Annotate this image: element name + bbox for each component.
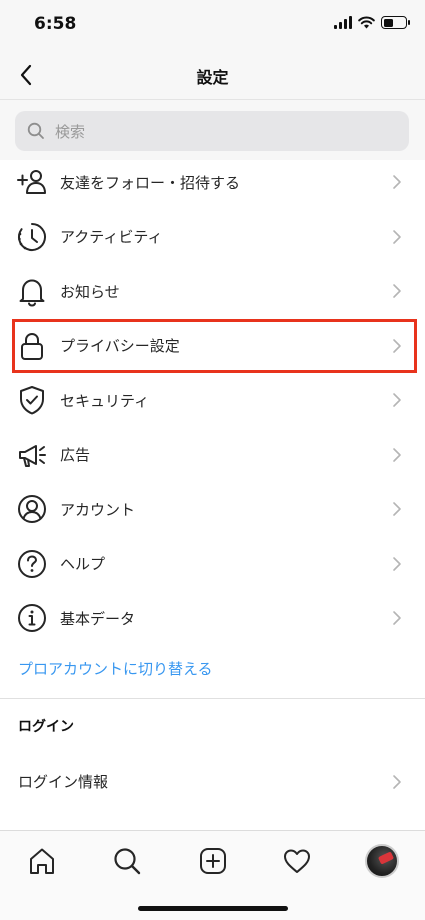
nav-header: 設定 bbox=[0, 50, 425, 100]
login-section-header: ログイン bbox=[18, 719, 74, 735]
menu-item-security[interactable]: セキュリティ bbox=[0, 373, 425, 428]
chevron-right-icon bbox=[393, 284, 401, 299]
tab-create[interactable] bbox=[193, 841, 233, 881]
menu-item-label: お知らせ bbox=[60, 282, 120, 301]
status-icons bbox=[334, 16, 410, 29]
menu-item-notifications[interactable]: お知らせ bbox=[0, 264, 425, 319]
megaphone-icon bbox=[16, 439, 48, 471]
switch-pro-account-link[interactable]: プロアカウントに切り替える bbox=[18, 658, 213, 679]
wifi-icon bbox=[358, 16, 375, 29]
menu-item-follow-invite[interactable]: 友達をフォロー・招待する bbox=[0, 155, 425, 210]
menu-item-label: 基本データ bbox=[60, 609, 136, 628]
signal-icon bbox=[334, 16, 352, 29]
menu-item-login-info[interactable]: ログイン情報 bbox=[0, 755, 425, 809]
heart-icon bbox=[284, 849, 310, 873]
search-area: 検索 bbox=[0, 100, 425, 160]
search-placeholder: 検索 bbox=[55, 122, 86, 141]
menu-item-label: アクティビティ bbox=[60, 228, 163, 247]
account-icon bbox=[16, 493, 48, 525]
shield-check-icon bbox=[16, 384, 48, 416]
chevron-right-icon bbox=[393, 447, 401, 462]
battery-icon bbox=[381, 16, 410, 29]
menu-item-label: プライバシー設定 bbox=[60, 337, 180, 356]
plus-square-icon bbox=[200, 848, 226, 874]
chevron-right-icon bbox=[393, 502, 401, 517]
status-bar: 6:58 bbox=[0, 0, 425, 50]
bell-icon bbox=[16, 275, 48, 307]
chevron-right-icon bbox=[393, 338, 401, 353]
menu-item-label: ログイン情報 bbox=[18, 773, 109, 791]
tab-profile[interactable] bbox=[362, 841, 402, 881]
tab-search[interactable] bbox=[107, 841, 147, 881]
search-icon bbox=[27, 122, 44, 139]
search-input[interactable]: 検索 bbox=[15, 111, 409, 151]
menu-item-ads[interactable]: 広告 bbox=[0, 428, 425, 483]
chevron-right-icon bbox=[393, 556, 401, 571]
menu-item-label: ヘルプ bbox=[60, 555, 106, 574]
menu-item-help[interactable]: ヘルプ bbox=[0, 537, 425, 592]
chevron-right-icon bbox=[393, 229, 401, 244]
home-icon bbox=[30, 848, 54, 874]
menu-item-label: セキュリティ bbox=[60, 391, 150, 410]
chevron-right-icon bbox=[393, 611, 401, 626]
status-time: 6:58 bbox=[34, 14, 77, 34]
chevron-right-icon bbox=[393, 775, 401, 789]
section-divider bbox=[0, 698, 425, 699]
search-icon bbox=[114, 848, 141, 875]
help-icon bbox=[16, 548, 48, 580]
tab-home[interactable] bbox=[22, 841, 62, 881]
lock-icon bbox=[16, 330, 48, 362]
home-indicator bbox=[138, 906, 288, 911]
menu-item-label: 友達をフォロー・招待する bbox=[60, 173, 241, 192]
bottom-tab-bar bbox=[0, 830, 425, 920]
menu-item-basic-data[interactable]: 基本データ bbox=[0, 591, 425, 646]
menu-item-account[interactable]: アカウント bbox=[0, 482, 425, 537]
info-icon bbox=[16, 602, 48, 634]
add-person-icon bbox=[16, 166, 48, 198]
menu-item-label: 広告 bbox=[60, 446, 91, 465]
menu-item-label: アカウント bbox=[60, 500, 136, 519]
page-title: 設定 bbox=[196, 68, 229, 87]
chevron-right-icon bbox=[393, 393, 401, 408]
activity-clock-icon bbox=[16, 221, 48, 253]
menu-item-privacy[interactable]: プライバシー設定 bbox=[0, 319, 425, 374]
avatar bbox=[365, 844, 399, 878]
menu-item-activity[interactable]: アクティビティ bbox=[0, 210, 425, 265]
chevron-right-icon bbox=[393, 175, 401, 190]
tab-activity[interactable] bbox=[277, 841, 317, 881]
settings-menu: 友達をフォロー・招待する アクティビティ お知らせ プライバシー設定 セキュリテ… bbox=[0, 155, 425, 646]
